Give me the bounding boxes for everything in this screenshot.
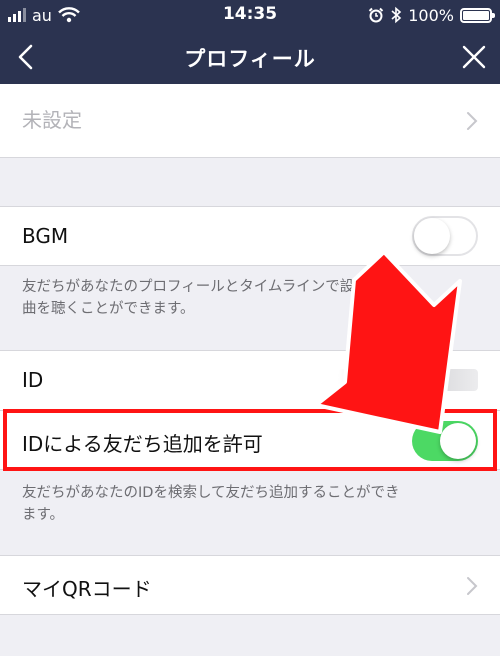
close-icon[interactable] (460, 43, 488, 71)
my-qr-code-row[interactable]: マイQRコード (0, 555, 500, 615)
alarm-icon (369, 7, 384, 23)
status-message-label: 未設定 (22, 108, 82, 132)
status-bar: au 14:35 100% (0, 0, 500, 30)
id-search-description-line-2: ます。 (22, 507, 65, 523)
my-qr-code-label: マイQRコード (22, 577, 152, 601)
id-search-description: 友だちがあなたのIDを検索して友だち追加することができ ます。 (22, 482, 482, 526)
page-title: プロフィール (184, 47, 316, 71)
status-message-row[interactable]: 未設定 (0, 84, 500, 158)
battery-icon (460, 7, 495, 23)
bgm-label: BGM (22, 224, 69, 248)
toggle-knob (414, 218, 450, 254)
bluetooth-icon (391, 6, 402, 24)
id-label: ID (22, 368, 44, 392)
battery-percent: 100% (408, 5, 454, 25)
red-arrow-icon (314, 250, 462, 434)
nav-bar: プロフィール (0, 30, 500, 84)
status-right: 100% (368, 5, 495, 25)
id-search-description-line-1: 友だちがあなたのIDを検索して友だち追加することができ (22, 485, 400, 501)
chevron-right-icon (467, 577, 478, 595)
chevron-right-icon (467, 112, 478, 130)
